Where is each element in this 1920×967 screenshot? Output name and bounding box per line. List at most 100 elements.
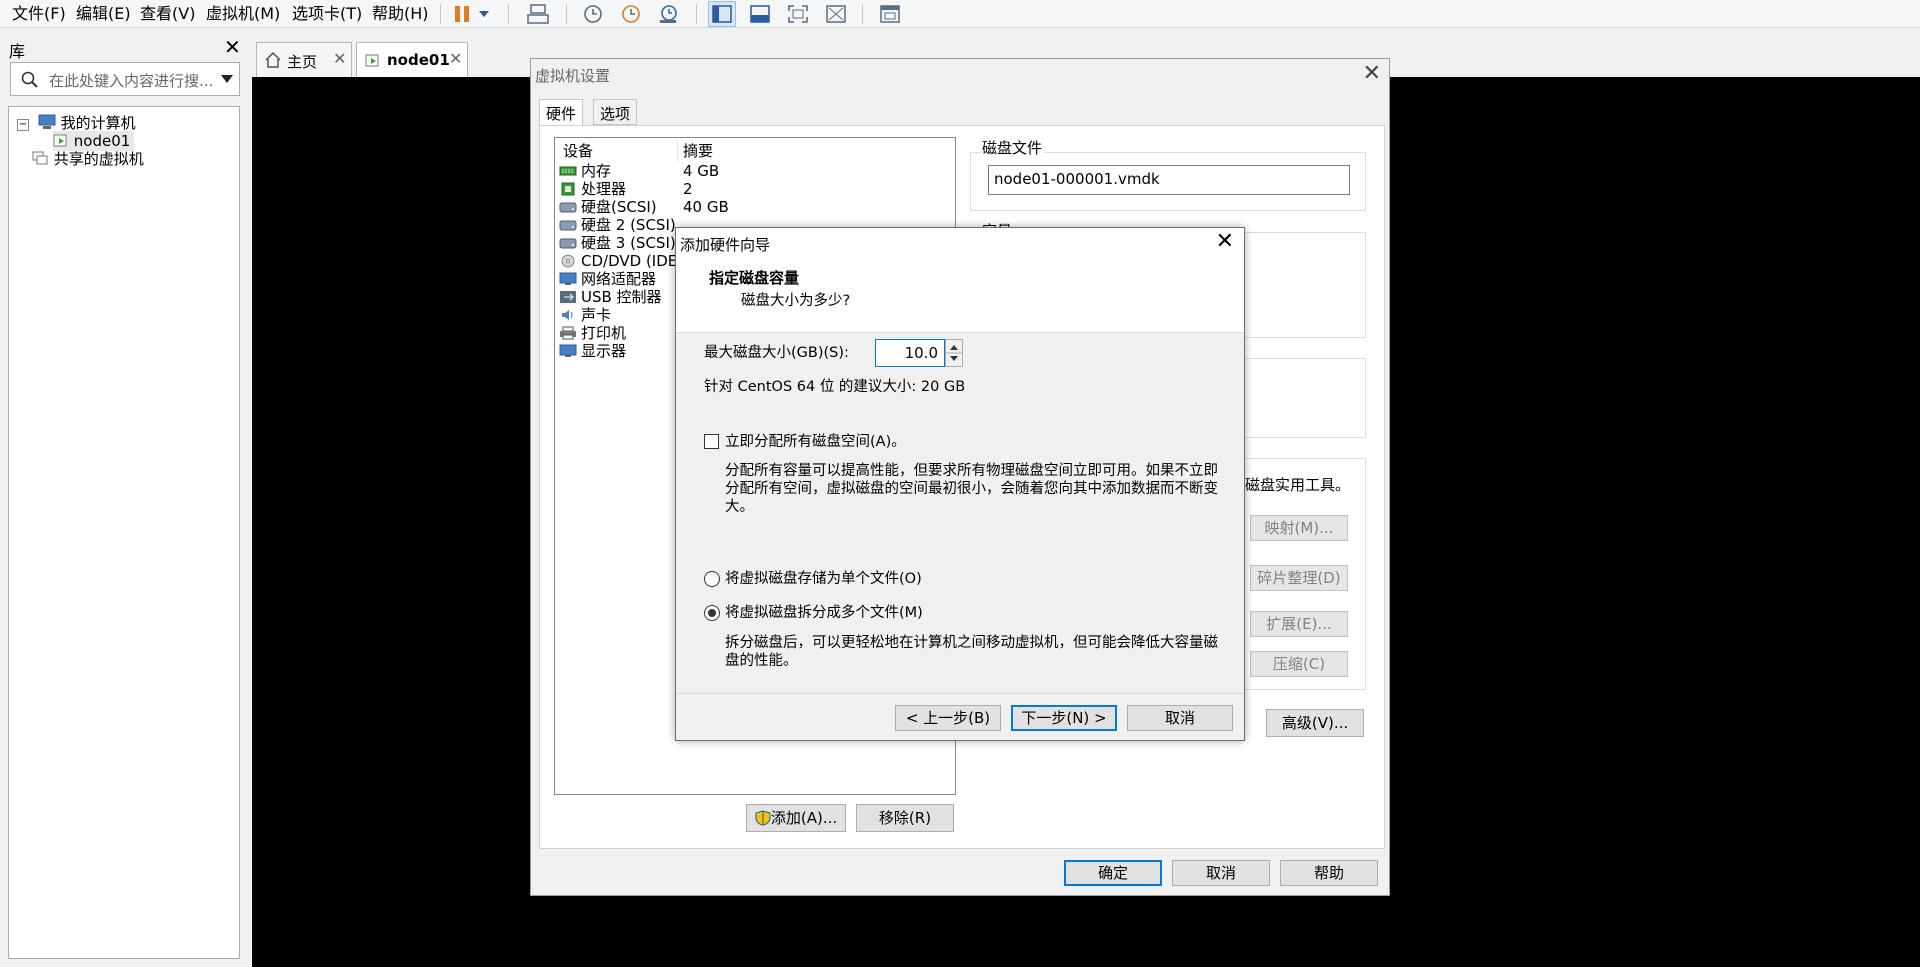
tree-item-my-computer[interactable]: − 我的计算机	[17, 113, 136, 133]
multi-file-radio[interactable]	[704, 605, 720, 621]
snapshot-icon[interactable]	[578, 1, 606, 27]
dialog-title: 虚拟机设置	[535, 67, 611, 85]
tree-item-shared[interactable]: 共享的虚拟机	[31, 149, 144, 169]
advanced-button[interactable]: 高级(V)...	[1266, 709, 1364, 737]
search-placeholder: 在此处键入内容进行搜...	[49, 72, 214, 90]
size-label: 最大磁盘大小(GB)(S):	[704, 345, 849, 361]
back-button[interactable]: < 上一步(B)	[895, 705, 1001, 731]
wizard-cancel-button[interactable]: 取消	[1127, 705, 1233, 731]
usb-icon	[560, 291, 576, 303]
fullscreen-icon[interactable]	[784, 1, 812, 27]
menu-edit[interactable]: 编辑(E)	[76, 4, 131, 24]
library-title: 库	[9, 42, 26, 61]
close-icon[interactable]: ✕	[224, 35, 241, 59]
harddisk-icon	[559, 220, 577, 231]
device-summary: 40 GB	[683, 198, 729, 216]
add-hardware-label: 添加(A)...	[770, 809, 838, 827]
toolbar-separator	[862, 4, 863, 24]
home-icon	[265, 52, 281, 68]
compact-button[interactable]: 压缩(C)	[1250, 651, 1348, 677]
unity-icon[interactable]	[822, 1, 850, 27]
tree-item-vm[interactable]: node01	[53, 131, 135, 151]
harddisk-icon	[559, 202, 577, 213]
tab-home[interactable]: 主页 ✕	[256, 42, 352, 77]
console-view-icon[interactable]	[876, 1, 904, 27]
single-file-label[interactable]: 将虚拟磁盘存储为单个文件(O)	[725, 570, 922, 588]
sound-icon	[562, 310, 573, 320]
tab-home-label: 主页	[287, 53, 318, 71]
wizard-heading: 指定磁盘容量	[709, 269, 800, 287]
wizard-titlebar: 添加硬件向导 ✕	[676, 228, 1244, 259]
display-icon	[559, 344, 577, 357]
defrag-button[interactable]: 碎片整理(D)	[1250, 565, 1348, 591]
menu-tabs[interactable]: 选项卡(T)	[292, 4, 362, 24]
tab-options[interactable]: 选项	[593, 99, 638, 125]
toolbar-separator	[440, 4, 441, 24]
column-header-device: 设备	[563, 142, 594, 160]
tree-label-shared: 共享的虚拟机	[53, 150, 144, 168]
disk-file-label: 磁盘文件	[980, 137, 1045, 158]
shared-vm-icon	[32, 151, 48, 165]
menu-help[interactable]: 帮助(H)	[372, 4, 429, 24]
map-button[interactable]: 映射(M)...	[1250, 515, 1348, 541]
printer-icon	[560, 326, 576, 340]
cd-icon	[561, 254, 575, 268]
library-tree: − 我的计算机 node01 共享的虚拟机	[8, 106, 240, 959]
menu-bar: 文件(F) 编辑(E) 查看(V) 虚拟机(M) 选项卡(T) 帮助(H)	[0, 0, 1920, 28]
menu-file[interactable]: 文件(F)	[12, 4, 66, 24]
add-hardware-button[interactable]: 添加(A)...	[746, 804, 846, 832]
toolbar-separator	[508, 4, 509, 24]
computer-icon	[38, 114, 56, 129]
pause-icon[interactable]	[450, 1, 474, 27]
tab-hardware[interactable]: 硬件	[539, 99, 584, 127]
memory-icon	[559, 166, 577, 176]
harddisk-icon	[559, 238, 577, 249]
revert-snapshot-icon[interactable]	[616, 1, 644, 27]
disk-utility-text: 磁盘实用工具。	[1245, 474, 1351, 495]
next-button[interactable]: 下一步(N) >	[1011, 705, 1117, 731]
tree-label-vm: node01	[73, 132, 131, 150]
remove-hardware-button[interactable]: 移除(R)	[856, 804, 954, 832]
close-icon[interactable]: ✕	[449, 49, 462, 68]
chevron-down-icon[interactable]	[476, 1, 492, 27]
ok-button[interactable]: 确定	[1064, 860, 1162, 886]
tree-label-my-computer: 我的计算机	[60, 114, 136, 132]
wizard-title: 添加硬件向导	[680, 236, 771, 254]
close-icon[interactable]: ✕	[333, 49, 346, 68]
column-header-summary: 摘要	[683, 142, 714, 160]
divider	[676, 693, 1244, 694]
expand-button[interactable]: 扩展(E)...	[1250, 611, 1348, 637]
settings-cancel-button[interactable]: 取消	[1172, 860, 1270, 886]
vm-running-icon	[365, 54, 379, 67]
collapse-icon[interactable]: −	[17, 119, 29, 131]
multi-file-label[interactable]: 将虚拟磁盘拆分成多个文件(M)	[725, 604, 923, 622]
allocate-now-label[interactable]: 立即分配所有磁盘空间(A)。	[725, 433, 906, 451]
tab-vm-label: node01	[387, 51, 450, 69]
show-library-icon[interactable]	[708, 1, 736, 27]
disk-size-input[interactable]: 10.0	[875, 339, 945, 367]
cpu-icon	[561, 182, 575, 196]
spin-arrows-icon	[946, 345, 962, 361]
menu-view[interactable]: 查看(V)	[140, 4, 195, 24]
chevron-down-icon[interactable]	[221, 75, 233, 83]
search-input[interactable]: 在此处键入内容进行搜...	[10, 62, 240, 96]
toolbar-separator	[696, 4, 697, 24]
close-icon[interactable]: ✕	[1363, 61, 1381, 86]
send-keys-icon[interactable]	[524, 1, 552, 27]
close-icon[interactable]: ✕	[1216, 229, 1234, 254]
shield-icon	[755, 810, 771, 826]
snapshot-manager-icon[interactable]	[654, 1, 682, 27]
tab-vm[interactable]: node01 ✕	[356, 42, 468, 78]
recommended-size-text: 针对 CentOS 64 位 的建议大小: 20 GB	[704, 379, 966, 395]
library-header: 库 ✕	[0, 34, 248, 61]
single-file-radio[interactable]	[704, 571, 720, 587]
help-button[interactable]: 帮助	[1280, 860, 1378, 886]
disk-file-field[interactable]: node01-000001.vmdk	[988, 165, 1350, 195]
allocate-now-checkbox[interactable]	[704, 434, 719, 449]
allocate-description: 分配所有容量可以提高性能，但要求所有物理磁盘空间立即可用。如果不立即分配所有空间…	[725, 463, 1218, 515]
size-stepper[interactable]	[945, 339, 963, 367]
thumbnail-bar-icon[interactable]	[746, 1, 774, 27]
menu-vm[interactable]: 虚拟机(M)	[206, 4, 280, 24]
toolbar-separator	[566, 4, 567, 24]
network-icon	[559, 272, 577, 285]
